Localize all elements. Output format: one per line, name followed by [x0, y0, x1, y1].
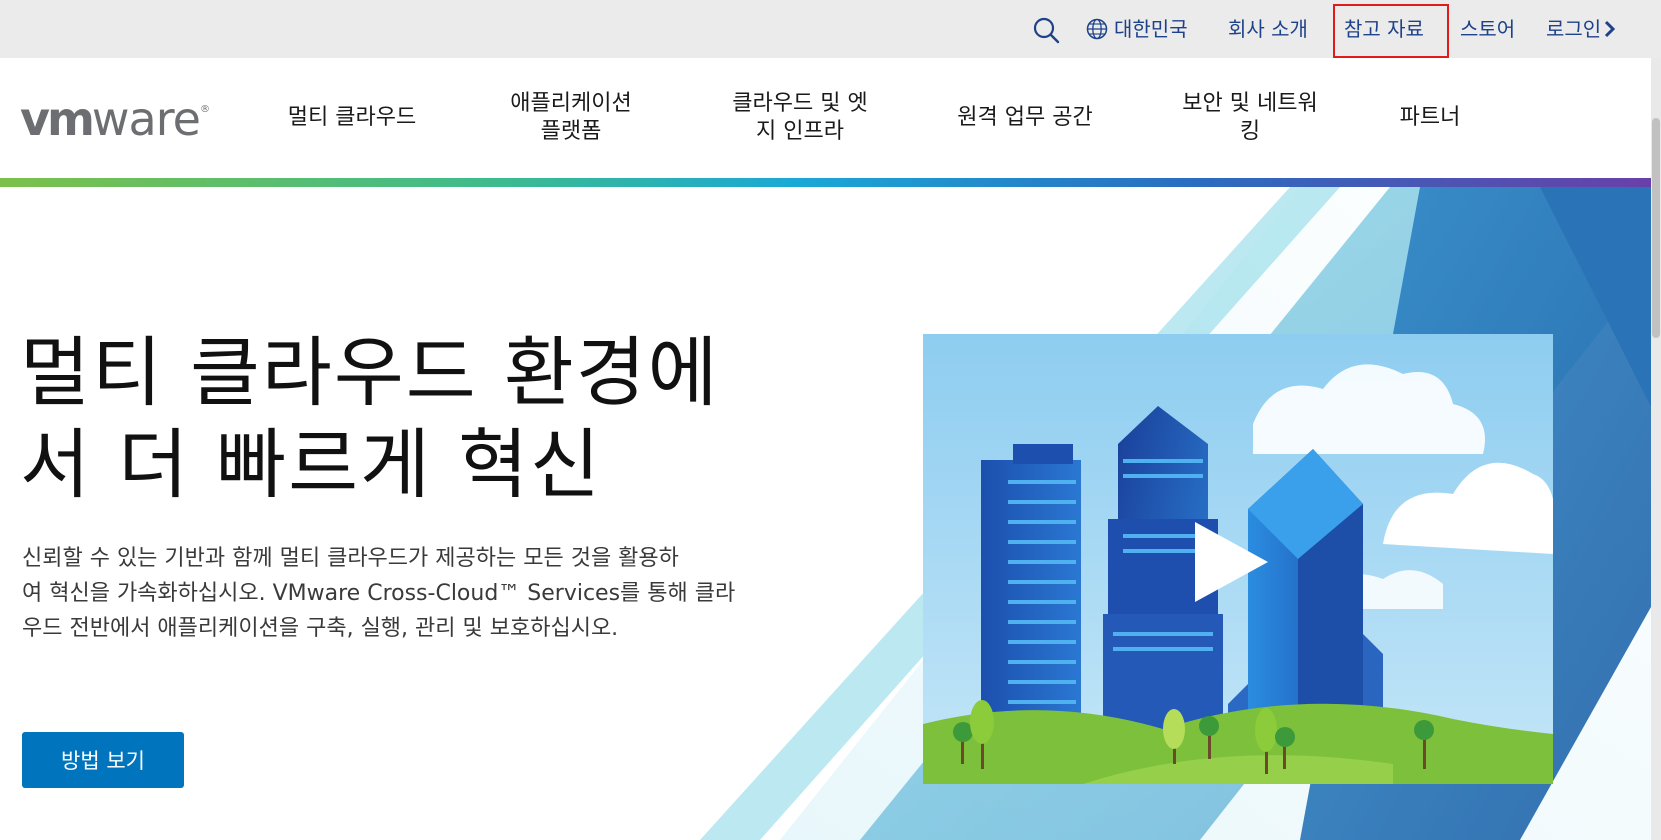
- hero-video-thumbnail[interactable]: [923, 334, 1553, 784]
- see-how-button[interactable]: 방법 보기: [22, 732, 184, 788]
- region-label: 대한민국: [1114, 17, 1188, 41]
- hero-description: 신뢰할 수 있는 기반과 함께 멀티 클라우드가 제공하는 모든 것을 활용하 …: [22, 546, 736, 641]
- utility-bar: 대한민국 회사 소개 참고 자료 스토어 로그인: [0, 0, 1661, 58]
- login-label: 로그인: [1546, 17, 1602, 41]
- about-link[interactable]: 회사 소개: [1228, 14, 1308, 44]
- page-scrollbar[interactable]: [1651, 58, 1661, 840]
- nav-security-networking[interactable]: 보안 및 네트워 킹: [1160, 58, 1340, 178]
- nav-app-platform[interactable]: 애플리케이션 플랫폼: [486, 58, 656, 178]
- globe-icon: [1086, 18, 1108, 39]
- store-link[interactable]: 스토어: [1460, 14, 1515, 44]
- nav-cloud-edge-infra[interactable]: 클라우드 및 엣지 인프라: [710, 58, 890, 178]
- brand-gradient-divider: [0, 178, 1661, 187]
- city-illustration: [923, 334, 1553, 784]
- chevron-right-icon: [1605, 20, 1616, 38]
- main-nav: vmware® 멀티 클라우드 애플리케이션 플랫폼 클라우드 및 엣지 인프라 …: [0, 58, 1661, 178]
- nav-multi-cloud[interactable]: 멀티 클라우드: [262, 58, 442, 178]
- search-icon[interactable]: [1032, 16, 1060, 44]
- logo-registered-mark: ®: [199, 104, 210, 115]
- nav-partners[interactable]: 파트너: [1380, 58, 1480, 178]
- vmware-logo[interactable]: vmware®: [20, 92, 235, 146]
- region-selector[interactable]: 대한민국: [1086, 14, 1188, 44]
- hero-section: 멀티 클라우드 환경에 서 더 빠르게 혁신 신뢰할 수 있는 기반과 함께 멀…: [0, 187, 1651, 840]
- resources-link[interactable]: 참고 자료: [1344, 14, 1424, 44]
- logo-wordmark: vmware: [20, 92, 201, 146]
- scrollbar-thumb[interactable]: [1652, 118, 1660, 338]
- hero-title: 멀티 클라우드 환경에 서 더 빠르게 혁신: [20, 328, 720, 509]
- nav-anywhere-workspace[interactable]: 원격 업무 공간: [930, 58, 1120, 178]
- login-link[interactable]: 로그인: [1546, 14, 1616, 44]
